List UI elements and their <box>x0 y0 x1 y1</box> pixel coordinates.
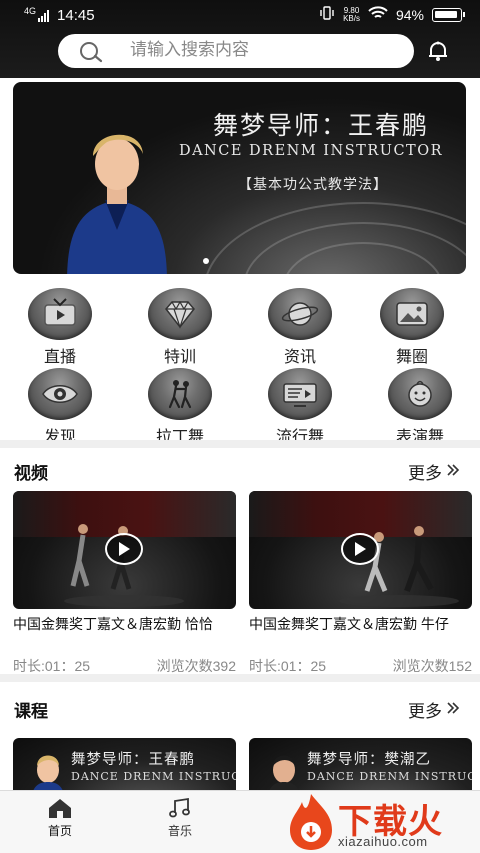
flame-logo-icon <box>290 794 332 850</box>
category-discover[interactable]: 发现 <box>10 368 110 447</box>
network-type: 4G <box>24 5 37 16</box>
nav-home[interactable]: 首页 <box>30 797 90 839</box>
videos-more-link[interactable]: 更多 <box>408 459 460 484</box>
signal-icon <box>38 9 50 22</box>
play-icon[interactable] <box>105 533 143 565</box>
category-news[interactable]: 资讯 <box>250 288 350 367</box>
category-pop[interactable]: 流行舞 <box>250 368 350 447</box>
battery-percent: 94% <box>395 6 424 23</box>
double-chevron-right-icon <box>446 462 460 482</box>
bell-icon[interactable] <box>426 40 450 67</box>
video-card[interactable]: 中国金舞奖丁嘉文＆唐宏勤 恰恰 时长:01：25 浏览次数392 <box>13 491 236 676</box>
music-note-icon <box>150 797 210 822</box>
video-views: 浏览次数152 <box>392 658 472 674</box>
hero-banner[interactable]: 舞梦导师：王春鹏 DANCE DRENM INSTRUCTOR 【基本功公式教学… <box>13 82 466 274</box>
search-bar[interactable] <box>58 34 414 68</box>
search-icon[interactable] <box>78 41 104 68</box>
smile-icon <box>388 368 452 420</box>
banner-tag: 【基本功公式教学法】 <box>238 176 388 192</box>
category-training[interactable]: 特训 <box>130 288 230 367</box>
course-title: 舞梦导师：樊潮乙 <box>307 752 431 768</box>
category-circle[interactable]: 舞圈 <box>362 288 462 367</box>
course-subtitle: DANCE DRENM INSTRUCTOR <box>307 770 472 783</box>
course-card[interactable]: 舞梦导师：王春鹏 DANCE DRENM INSTRUCTOR <box>13 738 236 798</box>
course-title: 舞梦导师：王春鹏 <box>71 752 195 768</box>
eye-icon <box>28 368 92 420</box>
search-input[interactable] <box>130 40 390 60</box>
section-divider <box>0 440 480 448</box>
banner-subtitle: DANCE DRENM INSTRUCTOR <box>178 143 444 159</box>
category-live[interactable]: 直播 <box>10 288 110 367</box>
app-header: 4G 14:45 9.80 KB/s 94% <box>0 0 480 78</box>
video-card[interactable]: 中国金舞奖丁嘉文＆唐宏勤 牛仔 时长:01：25 浏览次数152 <box>249 491 472 676</box>
watermark-url: xiazaihuo.com <box>338 834 428 849</box>
video-duration: 时长:01：25 <box>13 658 91 674</box>
category-label: 资讯 <box>283 349 316 366</box>
vibrate-icon <box>319 6 335 23</box>
video-title: 中国金舞奖丁嘉文＆唐宏勤 牛仔 <box>249 616 449 632</box>
carousel-indicator[interactable] <box>203 258 209 264</box>
section-divider <box>0 674 480 682</box>
speed-unit: KB/s <box>343 13 360 23</box>
banner-title: 舞梦导师：王春鹏 <box>212 111 429 140</box>
clock: 14:45 <box>57 7 95 24</box>
image-icon <box>380 288 444 340</box>
diamond-icon <box>148 288 212 340</box>
play-icon[interactable] <box>341 533 379 565</box>
video-duration: 时长:01：25 <box>249 658 327 674</box>
category-label: 舞圈 <box>395 349 428 366</box>
category-label: 直播 <box>43 349 76 366</box>
videos-section-title: 视频 <box>14 464 48 483</box>
video-thumbnail[interactable] <box>13 491 236 609</box>
nav-music[interactable]: 音乐 <box>150 797 210 839</box>
courses-more-link[interactable]: 更多 <box>408 697 460 722</box>
nav-label: 首页 <box>47 824 72 838</box>
category-performance[interactable]: 表演舞 <box>370 368 470 447</box>
course-subtitle: DANCE DRENM INSTRUCTOR <box>71 770 236 783</box>
category-grid: 直播 特训 资讯 舞圈 发现 拉丁舞 流行舞 表演舞 <box>0 284 480 446</box>
double-chevron-right-icon <box>446 700 460 720</box>
video-thumbnail[interactable] <box>249 491 472 609</box>
screen-icon <box>268 368 332 420</box>
video-views: 浏览次数392 <box>156 658 236 674</box>
status-bar: 4G 14:45 9.80 KB/s 94% <box>0 0 480 32</box>
more-label: 更多 <box>408 464 442 483</box>
planet-icon <box>268 288 332 340</box>
instructor-photo <box>67 134 167 274</box>
video-title: 中国金舞奖丁嘉文＆唐宏勤 恰恰 <box>13 616 213 632</box>
tv-icon <box>28 288 92 340</box>
network-speed: 9.80 KB/s <box>343 6 360 23</box>
dancer-icon <box>148 368 212 420</box>
wifi-icon <box>368 6 388 23</box>
watermark: 下载火 xiazaihuo.com <box>282 790 480 853</box>
more-label: 更多 <box>408 702 442 721</box>
home-icon <box>30 797 90 822</box>
battery-icon <box>432 7 465 22</box>
category-latin[interactable]: 拉丁舞 <box>130 368 230 447</box>
courses-section-title: 课程 <box>14 702 48 721</box>
category-label: 特训 <box>163 349 196 366</box>
course-card[interactable]: 舞梦导师：樊潮乙 DANCE DRENM INSTRUCTOR <box>249 738 472 798</box>
nav-label: 音乐 <box>167 824 192 838</box>
